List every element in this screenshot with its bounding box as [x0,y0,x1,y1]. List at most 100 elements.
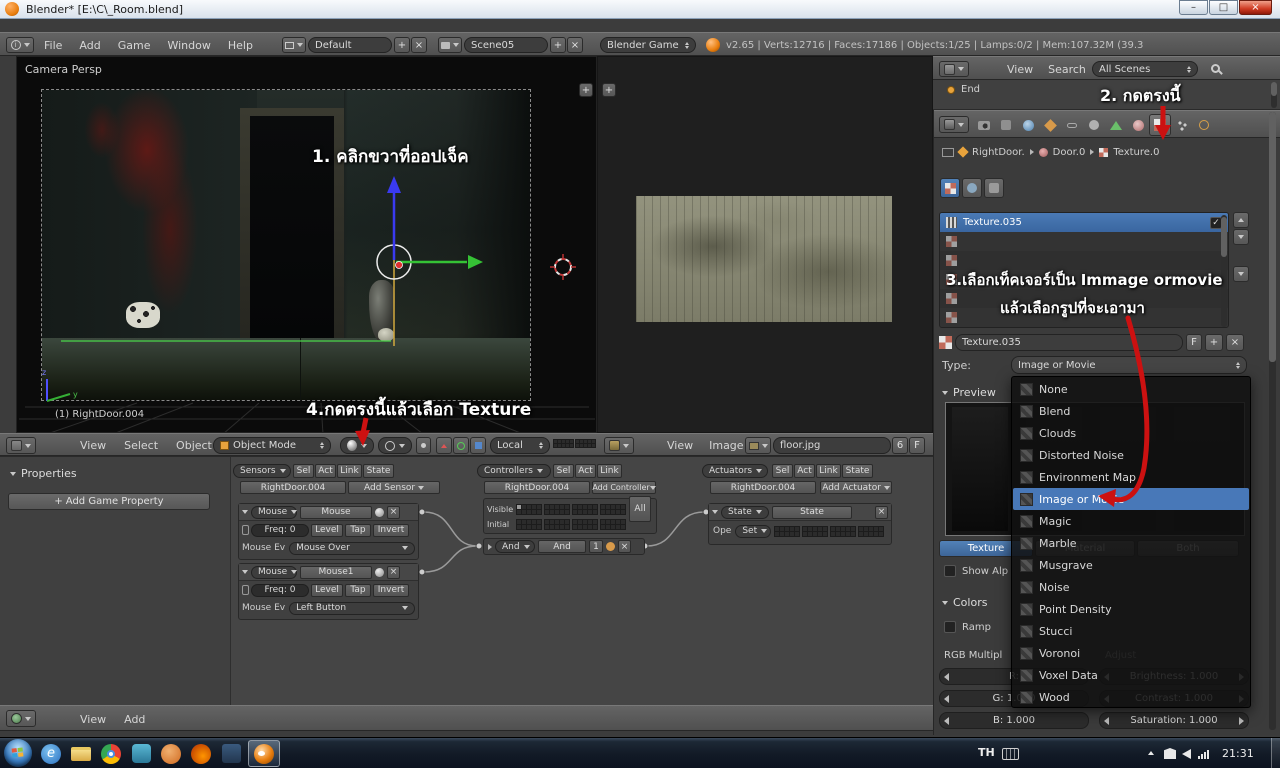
sensor-type-selector[interactable]: Mouse [251,565,298,579]
timeline-menu-view[interactable]: View [80,713,106,726]
uv-editor-type-button[interactable] [604,437,634,454]
add-sensor-button[interactable]: Add Sensor [348,481,440,494]
texture-type-option[interactable]: Stucci [1013,620,1249,642]
pulse-icon[interactable] [242,525,249,535]
image-name-field[interactable]: floor.jpg [773,437,891,454]
viewport-menu-object[interactable]: Object [176,439,212,452]
firefox-icon[interactable] [188,741,214,767]
slot-move-up-button[interactable] [1233,212,1249,228]
viewport-menu-view[interactable]: View [80,439,106,452]
sensor-name-field[interactable]: Mouse1 [300,565,372,579]
actuator-state-block[interactable]: State State × Ope Set [708,503,892,545]
expand-icon[interactable] [488,543,492,550]
texture-context-material-button[interactable] [940,178,960,198]
tab-material[interactable] [1127,114,1149,136]
floor-texture-image[interactable] [636,196,892,322]
texture-type-selector[interactable]: Image or Movie [1011,356,1247,374]
image-users-button[interactable]: 6 [892,437,908,454]
texture-type-option[interactable]: Environment Map [1013,466,1249,488]
region-expand-button[interactable]: + [579,83,593,97]
pivot-align-toggle[interactable] [416,437,431,454]
texture-context-brush-button[interactable] [984,178,1004,198]
show-desktop-button[interactable] [1271,738,1280,768]
maximize-button[interactable]: □ [1209,0,1238,15]
app-icon-4[interactable] [128,741,154,767]
texture-type-option[interactable]: Noise [1013,576,1249,598]
layout-browse-button[interactable] [282,37,306,53]
slot-specials-button[interactable] [1233,266,1249,282]
actuator-states-grid[interactable] [858,525,885,537]
delete-sensor-button[interactable]: × [387,565,400,579]
sensor-freq-slider[interactable]: Freq: 0 [251,523,309,537]
uv-image-editor[interactable]: + [597,56,933,433]
saturation-slider[interactable]: Saturation: 1.000 [1099,712,1249,729]
sensors-link-toggle[interactable]: Link [337,464,362,478]
texture-slot-empty[interactable] [940,232,1228,251]
ramp-checkbox[interactable] [944,621,956,633]
sensor-name-field[interactable]: Mouse [300,505,372,519]
actuators-act-toggle[interactable]: Act [794,464,815,478]
outliner-item-end[interactable]: End [947,84,980,95]
breadcrumb-object[interactable]: RightDoor. [972,147,1025,158]
breadcrumb-texture[interactable]: Texture.0 [1113,147,1159,158]
add-actuator-button[interactable]: Add Actuator [820,481,892,494]
mode-selector[interactable]: Object Mode [213,437,331,454]
viewport-menu-select[interactable]: Select [124,439,158,452]
visible-states-grid[interactable] [516,503,542,515]
visible-states-grid[interactable] [600,503,626,515]
menu-help[interactable]: Help [228,39,253,52]
outliner-editor-type-button[interactable] [939,61,969,77]
sensors-sel-toggle[interactable]: Sel [293,464,314,478]
sensor-type-selector[interactable]: Mouse [251,505,298,519]
texture-type-option[interactable]: Musgrave [1013,554,1249,576]
slot-list-scrollbar[interactable] [1221,217,1227,257]
tab-modifiers[interactable] [1083,114,1105,136]
start-button[interactable] [4,739,32,767]
actuator-type-selector[interactable]: State [721,505,769,519]
viewport-editor-type-button[interactable] [6,437,36,454]
tab-scene[interactable] [995,114,1017,136]
mark-icon[interactable] [606,542,615,551]
outliner-scope-selector[interactable]: All Scenes [1092,61,1198,77]
region-expand-button[interactable]: + [602,83,616,97]
search-icon[interactable] [1211,64,1220,73]
scene-delete-button[interactable]: × [567,37,583,53]
scene-add-button[interactable]: + [550,37,566,53]
collapse-icon[interactable] [242,510,248,514]
scene-name-field[interactable]: Scene05 [464,37,548,53]
controller-type-selector[interactable]: And [495,540,535,553]
texture-type-option[interactable]: Marble [1013,532,1249,554]
show-alpha-checkbox[interactable] [944,565,956,577]
preview-panel-header[interactable]: Preview [942,386,996,399]
tab-particles[interactable] [1171,114,1193,136]
operation-selector[interactable]: Set [735,524,772,538]
invert-toggle[interactable]: Invert [373,583,409,597]
level-toggle[interactable]: Level [311,523,343,537]
media-player-icon[interactable] [158,741,184,767]
manipulator-translate-toggle[interactable] [436,437,452,454]
texture-name-field[interactable]: Texture.035 [955,334,1183,351]
actuator-states-grid[interactable] [802,525,829,537]
image-fake-user-button[interactable]: F [909,437,925,454]
pivot-selector[interactable] [378,437,412,454]
sensor-mouse-1[interactable]: Mouse Mouse × Freq: 0 Level Tap Invert M… [238,503,419,560]
orientation-selector[interactable]: Local [490,437,550,454]
outliner-menu-view[interactable]: View [1007,63,1033,76]
breadcrumb-data[interactable]: Door.0 [1053,147,1086,158]
object-states-block[interactable]: Visible All Initial [483,496,657,534]
close-button[interactable]: × [1239,0,1272,15]
texture-type-option[interactable]: Wood [1013,686,1249,708]
layout-add-button[interactable]: + [394,37,410,53]
blender-taskbar-icon-active[interactable] [248,740,280,767]
layers-widget[interactable] [553,439,596,448]
manipulator-rotate-toggle[interactable] [453,437,469,454]
chrome-icon[interactable] [98,741,124,767]
shading-selector[interactable] [340,437,374,454]
mouse-event-selector[interactable]: Left Button [289,601,415,615]
b-slider[interactable]: B: 1.000 [939,712,1089,729]
sensors-state-toggle[interactable]: State [363,464,394,478]
initial-states-grid[interactable] [516,518,542,530]
new-texture-button[interactable]: + [1205,334,1223,351]
timeline-menu-add[interactable]: Add [124,713,145,726]
tab-physics[interactable] [1193,114,1215,136]
